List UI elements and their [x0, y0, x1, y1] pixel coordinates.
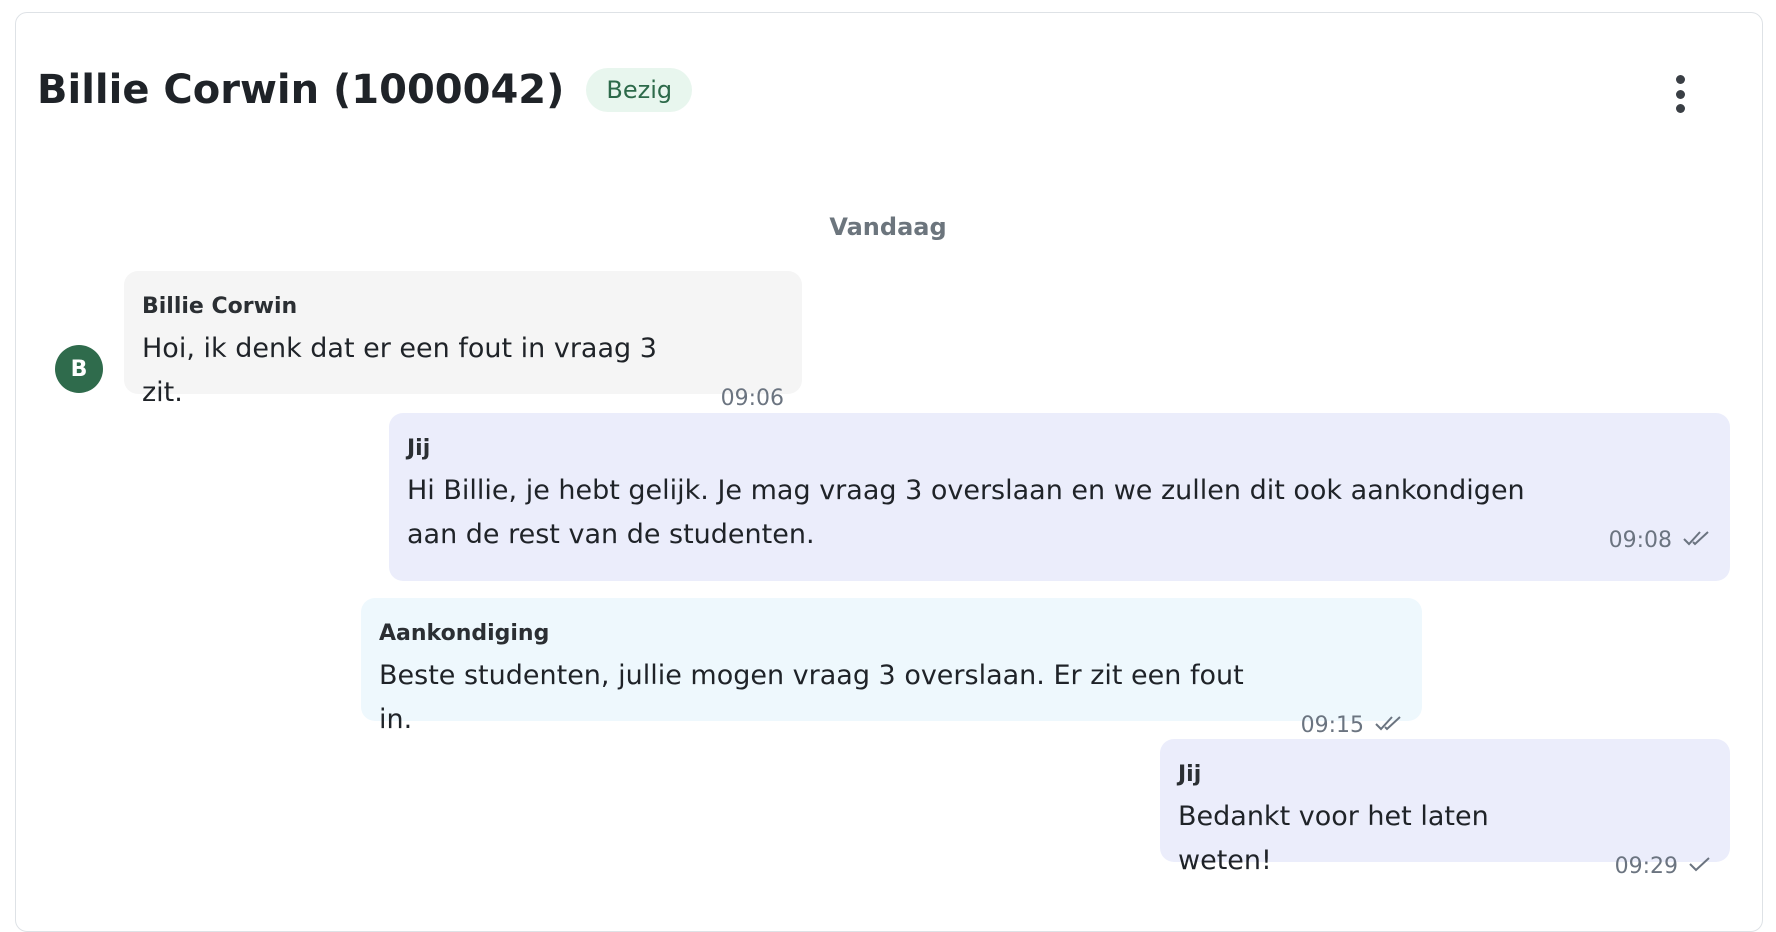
message-meta: 09:06: [721, 386, 784, 411]
chat-header: Billie Corwin (1000042) Bezig: [37, 50, 693, 130]
check-icon: [1688, 854, 1712, 879]
message-text: Hoi, ik denk dat er een fout in vraag 3 …: [142, 333, 657, 408]
message-sender: Billie Corwin: [142, 294, 298, 319]
message-text: Beste studenten, jullie mogen vraag 3 ov…: [379, 660, 1244, 735]
message-text: Hi Billie, je hebt gelijk. Je mag vraag …: [407, 475, 1525, 550]
message-bubble-announcement: Aankondiging Beste studenten, jullie mog…: [361, 598, 1422, 738]
message-bubble-outgoing: Jij Bedankt voor het laten weten! 09:29: [1160, 739, 1730, 879]
message-sender: Aankondiging: [379, 621, 550, 646]
message-meta: 09:29: [1615, 854, 1712, 879]
double-check-icon: [1374, 713, 1404, 738]
date-divider: Vandaag: [829, 213, 947, 241]
message-meta: 09:08: [1609, 528, 1712, 553]
kebab-dot: [1675, 75, 1685, 84]
status-badge: Bezig: [586, 68, 693, 112]
more-options-icon[interactable]: [1660, 72, 1700, 116]
message-time: 09:08: [1608, 528, 1672, 553]
double-check-icon: [1682, 528, 1712, 553]
avatar: B: [55, 345, 103, 393]
message-meta: 09:15: [1301, 713, 1404, 738]
message-time: 09:29: [1614, 854, 1678, 879]
kebab-dot: [1675, 104, 1685, 113]
message-bubble-incoming: Billie Corwin Hoi, ik denk dat er een fo…: [124, 271, 802, 411]
message-time: 09:15: [1300, 713, 1364, 738]
message-sender: Jij: [1178, 762, 1202, 787]
message-time: 09:06: [720, 386, 784, 411]
message-bubble-outgoing: Jij Hi Billie, je hebt gelijk. Je mag vr…: [389, 413, 1730, 581]
message-sender: Jij: [407, 436, 431, 461]
page-title: Billie Corwin (1000042): [37, 67, 565, 113]
kebab-dot: [1675, 89, 1685, 99]
